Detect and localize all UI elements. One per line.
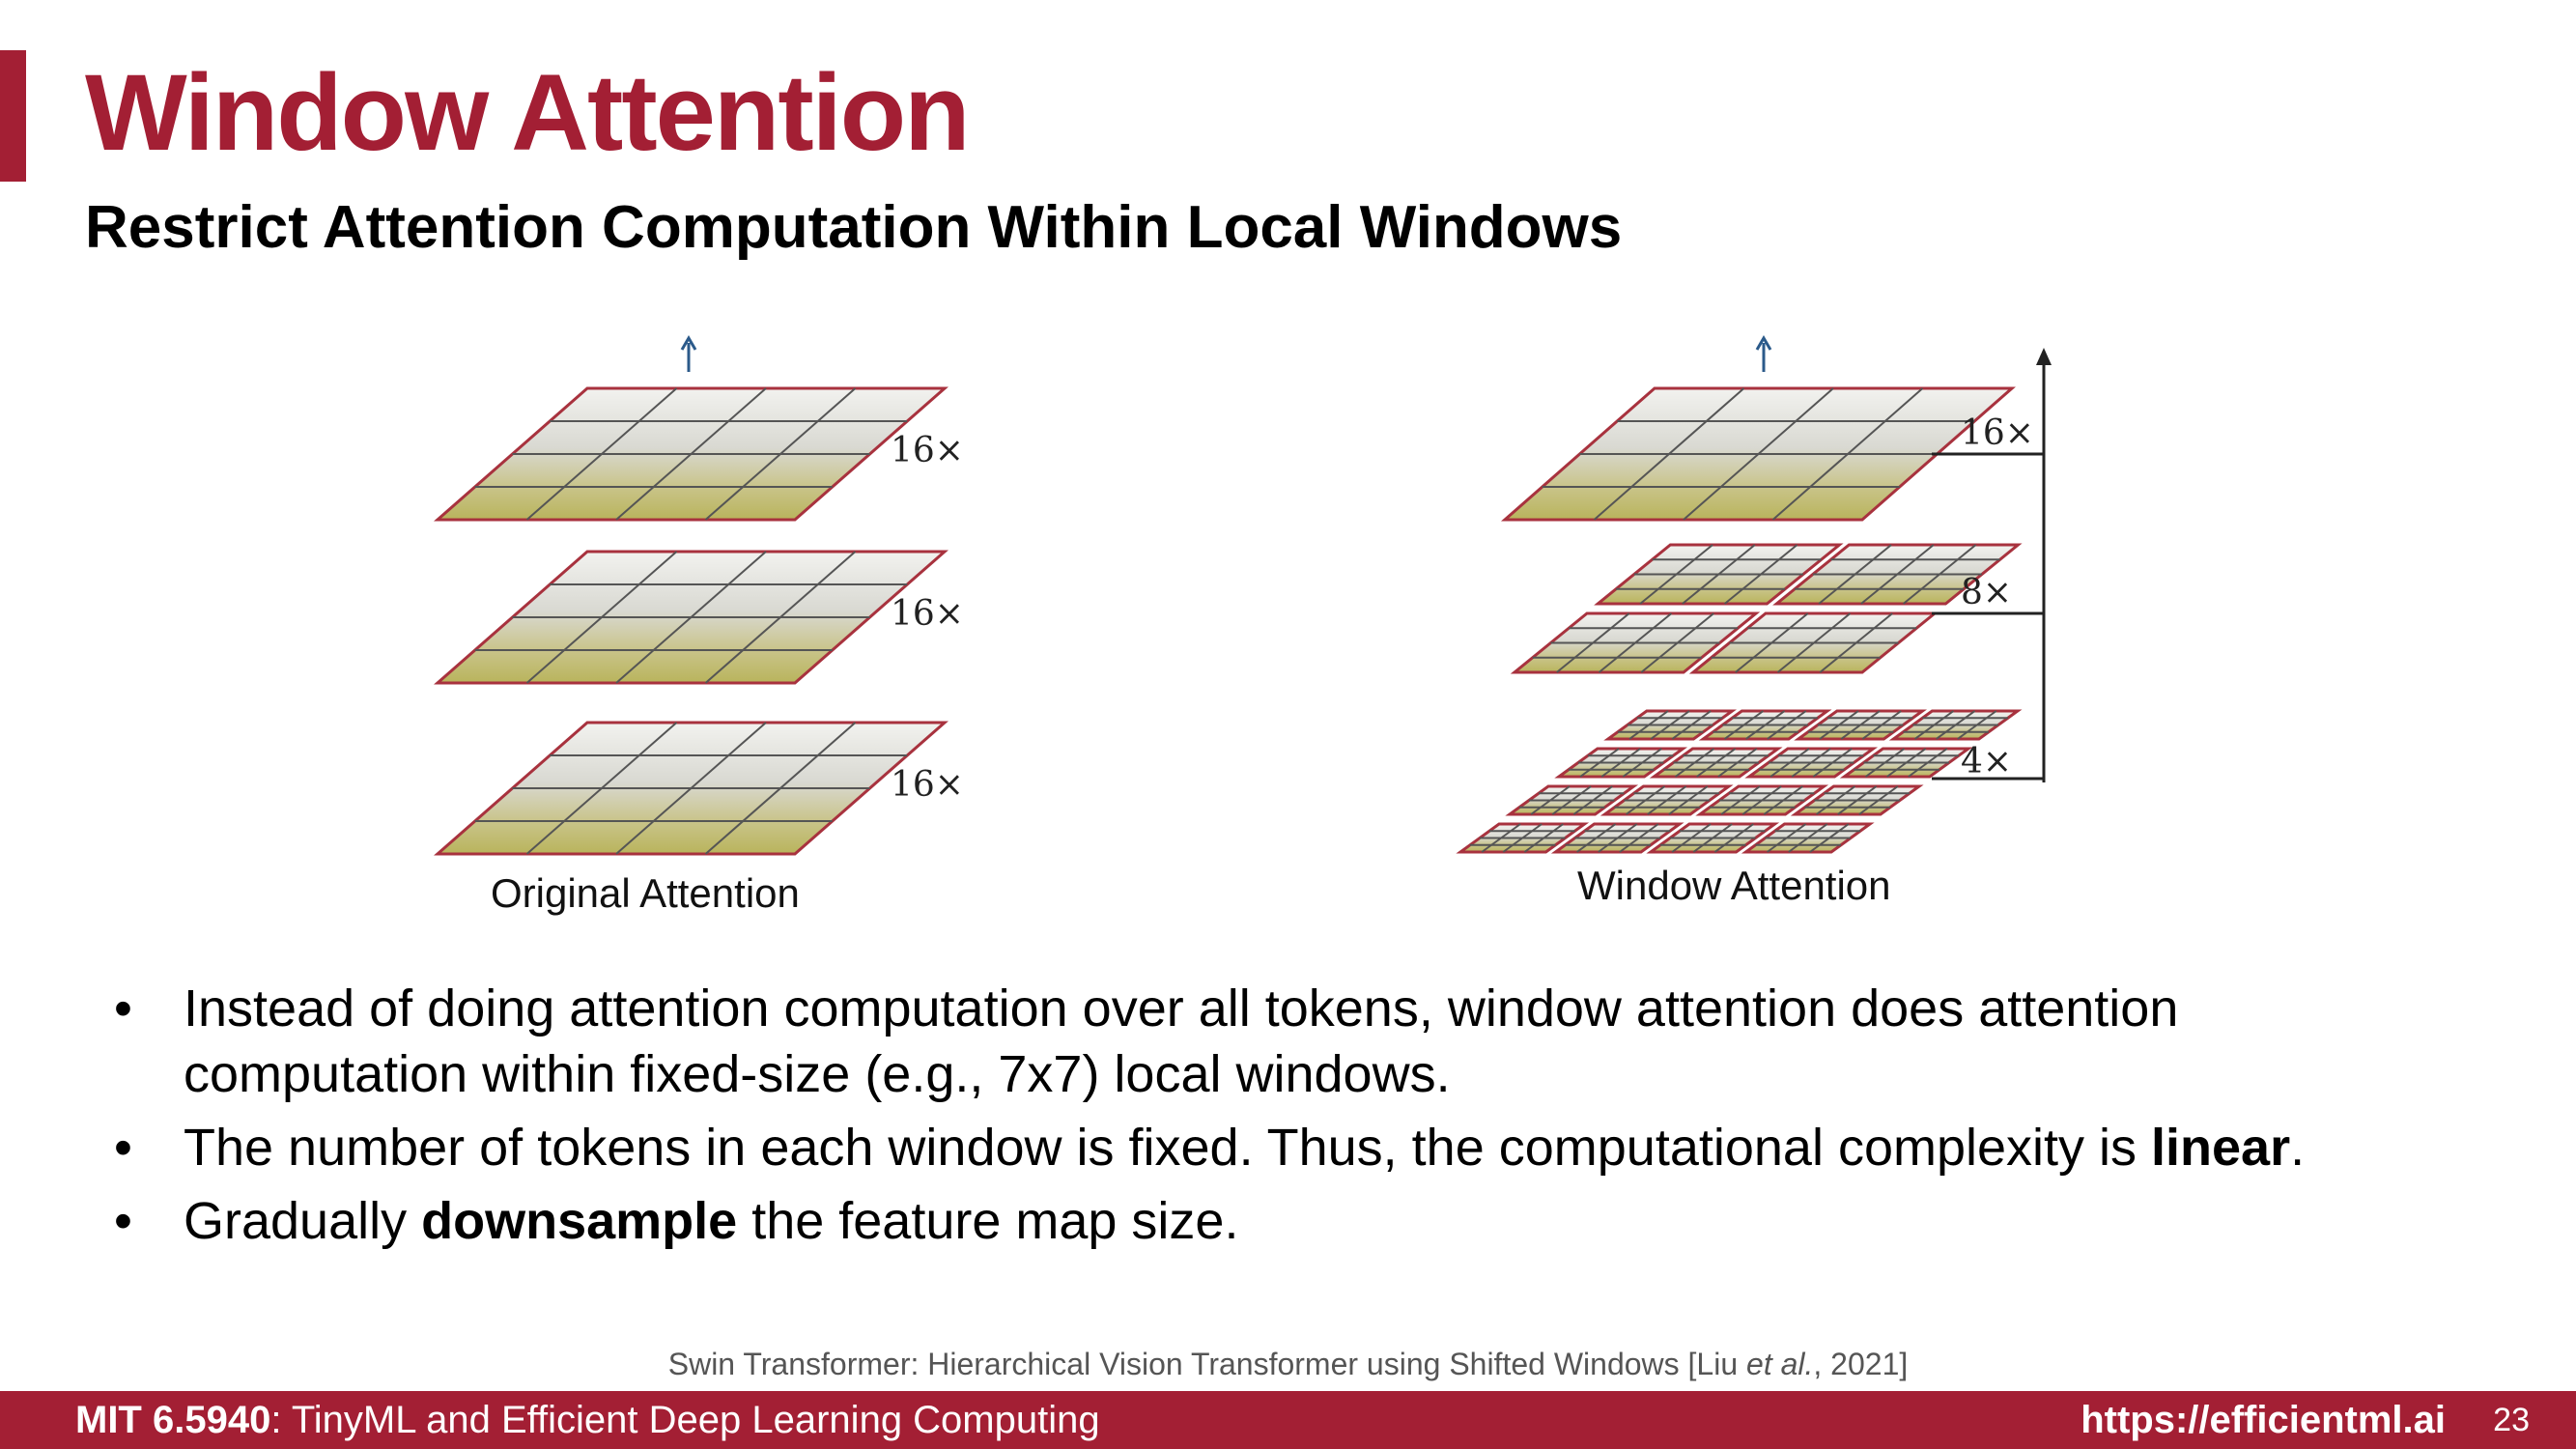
bullet-text-part: . [2290,1119,2306,1177]
bullet-item: • Instead of doing attention computation … [106,976,2473,1107]
feature-layer [434,721,948,856]
course-code: MIT 6.5940 [75,1399,271,1441]
course-url-link[interactable]: https://efficientml.ai [2081,1391,2446,1449]
bullet-text-part: Gradually [184,1192,422,1250]
bullet-item: • The number of tokens in each window is … [106,1115,2473,1180]
feature-layer [434,386,948,522]
feature-layer [434,550,948,685]
original-attention-caption: Original Attention [491,870,800,916]
bullet-text-part: Instead of doing attention computation o… [184,980,2179,1103]
footer-course: MIT 6.5940: TinyML and Efficient Deep Le… [75,1391,1100,1449]
bullet-text-part: The number of tokens in each window is f… [184,1119,2152,1177]
feature-layer [1510,543,2023,674]
layer-multiplier-label: 16× [891,594,964,634]
course-name: : TinyML and Efficient Deep Learning Com… [270,1399,1100,1441]
original-attention-stack: 16× 16× 16× [434,335,964,856]
bullet-dot: • [114,980,132,1037]
bullet-bold-text: linear [2151,1119,2291,1177]
bullet-text: Gradually downsample the feature map siz… [184,1188,2473,1254]
arrow-head [2036,348,2052,365]
bullet-list: • Instead of doing attention computation … [106,976,2473,1262]
bullet-text-part: the feature map size. [737,1192,1239,1250]
bullet-text: Instead of doing attention computation o… [184,976,2473,1107]
feature-layer [1456,709,2023,854]
layer-multiplier-label: 16× [891,431,964,470]
footer-bar: MIT 6.5940: TinyML and Efficient Deep Le… [0,1391,2576,1449]
bullet-dot: • [114,1119,132,1177]
layer-multiplier-label: 16× [1961,413,2034,453]
bullet-dot: • [114,1192,132,1250]
layer-multiplier-label: 8× [1961,573,2012,612]
citation: Swin Transformer: Hierarchical Vision Tr… [667,1347,1909,1381]
layer-multiplier-label: 16× [891,765,964,805]
bullet-bold-text: downsample [421,1192,738,1250]
bullet-text: The number of tokens in each window is f… [184,1115,2473,1180]
window-attention-caption: Window Attention [1577,863,1891,908]
layer-multiplier-label: 4× [1961,742,2012,781]
page-number: 23 [2493,1402,2530,1438]
window-attention-stack: 16× 8× 4× [1456,335,2052,854]
bullet-item: • Gradually downsample the feature map si… [106,1188,2473,1254]
